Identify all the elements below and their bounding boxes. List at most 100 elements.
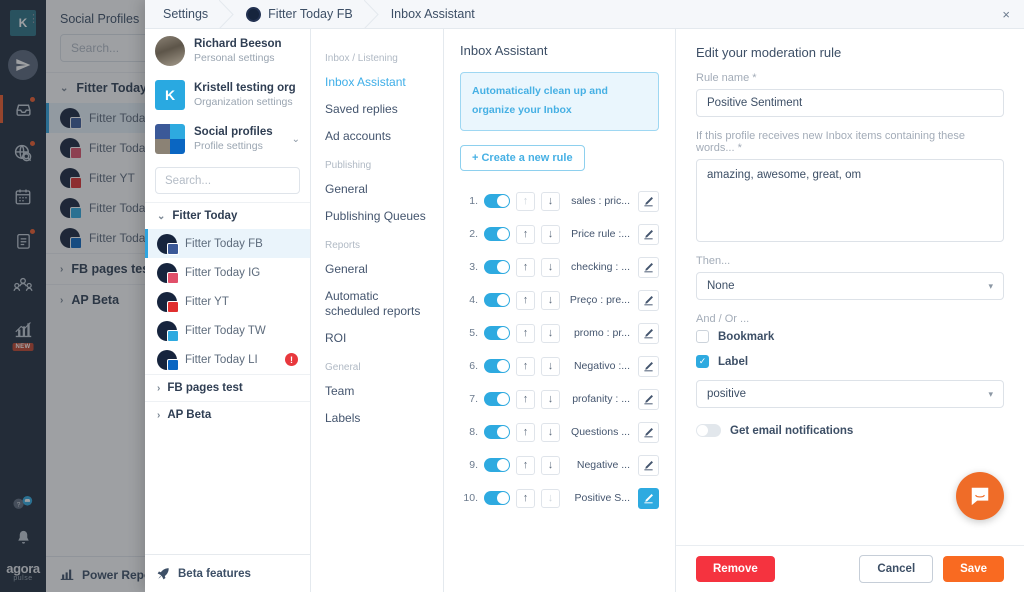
rule-enable-toggle[interactable] bbox=[484, 326, 510, 341]
edit-rule-button[interactable] bbox=[638, 421, 659, 443]
chat-widget-button[interactable] bbox=[956, 472, 1004, 520]
breadcrumb-label: Fitter Today FB bbox=[268, 7, 353, 21]
move-down-icon[interactable]: ↓ bbox=[541, 389, 560, 409]
move-down-icon[interactable]: ↓ bbox=[541, 191, 560, 211]
rule-enable-toggle[interactable] bbox=[484, 293, 510, 308]
label-select[interactable]: positive ▾ bbox=[696, 380, 1004, 408]
edit-rule-button[interactable] bbox=[638, 355, 659, 377]
edit-rule-button[interactable] bbox=[638, 190, 659, 212]
keywords-textarea[interactable]: amazing, awesome, great, om bbox=[696, 159, 1004, 242]
rule-enable-toggle[interactable] bbox=[484, 359, 510, 374]
close-icon[interactable]: × bbox=[998, 0, 1014, 28]
edit-rule-button[interactable] bbox=[638, 454, 659, 476]
account-personal[interactable]: Richard Beeson Personal settings bbox=[145, 29, 310, 73]
modal-profile-item-fb[interactable]: Fitter Today FB bbox=[145, 229, 310, 258]
email-notifications-row[interactable]: Get email notifications bbox=[696, 424, 1004, 437]
profile-error-badge[interactable]: ! bbox=[285, 353, 298, 366]
pencil-icon bbox=[644, 427, 653, 438]
rule-name-label: Price rule :... bbox=[571, 228, 630, 241]
beta-features-button[interactable]: Beta features bbox=[145, 554, 310, 592]
rule-row: 9. ↑ ↓ Negative ... bbox=[460, 449, 659, 482]
bookmark-checkbox-row[interactable]: Bookmark bbox=[696, 330, 1004, 343]
modal-profile-item-li[interactable]: Fitter Today LI ! bbox=[145, 345, 310, 374]
move-down-icon[interactable]: ↓ bbox=[541, 455, 560, 475]
move-up-icon[interactable]: ↑ bbox=[516, 290, 535, 310]
move-down-icon[interactable]: ↓ bbox=[541, 323, 560, 343]
rule-number: 2. bbox=[469, 228, 478, 241]
email-notifications-toggle[interactable] bbox=[696, 424, 721, 437]
move-down-icon[interactable]: ↓ bbox=[541, 488, 560, 508]
move-up-icon[interactable]: ↑ bbox=[516, 455, 535, 475]
move-down-icon[interactable]: ↓ bbox=[541, 224, 560, 244]
nav-link-roi[interactable]: ROI bbox=[311, 325, 443, 352]
modal-profile-item-ig[interactable]: Fitter Today IG bbox=[145, 258, 310, 287]
nav-link-ad-accounts[interactable]: Ad accounts bbox=[311, 123, 443, 150]
remove-button[interactable]: Remove bbox=[696, 556, 775, 582]
then-select[interactable]: None ▾ bbox=[696, 272, 1004, 300]
nav-link-publishing-queues[interactable]: Publishing Queues bbox=[311, 203, 443, 230]
modal-group-fitter-today[interactable]: ⌄ Fitter Today bbox=[145, 202, 310, 229]
cancel-button[interactable]: Cancel bbox=[859, 555, 934, 583]
rule-enable-toggle[interactable] bbox=[484, 227, 510, 242]
breadcrumb-inbox-assistant[interactable]: Inbox Assistant bbox=[373, 0, 495, 28]
nav-link-automatic-scheduled-reports[interactable]: Automatic scheduled reports bbox=[311, 283, 443, 325]
nav-link-team[interactable]: Team bbox=[311, 378, 443, 405]
move-up-icon[interactable]: ↑ bbox=[516, 224, 535, 244]
move-up-icon[interactable]: ↑ bbox=[516, 323, 535, 343]
modal-profile-item-yt[interactable]: Fitter YT bbox=[145, 287, 310, 316]
rule-name-label: promo : pr... bbox=[573, 327, 630, 340]
edit-rule-button[interactable] bbox=[638, 223, 659, 245]
nav-link-inbox-assistant[interactable]: Inbox Assistant bbox=[311, 69, 443, 96]
move-down-icon[interactable]: ↓ bbox=[541, 356, 560, 376]
rule-enable-toggle[interactable] bbox=[484, 194, 510, 209]
rule-name-input[interactable]: Positive Sentiment bbox=[696, 89, 1004, 117]
modal-group-ap-beta[interactable]: › AP Beta bbox=[145, 401, 310, 428]
move-up-icon[interactable]: ↑ bbox=[516, 257, 535, 277]
chevron-right-icon: › bbox=[157, 382, 161, 394]
rule-row: 8. ↑ ↓ Questions ... bbox=[460, 416, 659, 449]
label-checkbox[interactable]: ✓ bbox=[696, 355, 709, 368]
label-checkbox-row[interactable]: ✓ Label bbox=[696, 355, 1004, 368]
breadcrumb-separator-icon bbox=[363, 0, 382, 29]
move-up-icon[interactable]: ↑ bbox=[516, 422, 535, 442]
nav-link-reports-general[interactable]: General bbox=[311, 256, 443, 283]
move-up-icon[interactable]: ↑ bbox=[516, 191, 535, 211]
rule-enable-toggle[interactable] bbox=[484, 392, 510, 407]
nav-heading-inbox-listening: Inbox / Listening bbox=[325, 53, 398, 64]
move-up-icon[interactable]: ↑ bbox=[516, 488, 535, 508]
move-down-icon[interactable]: ↓ bbox=[541, 290, 560, 310]
edit-rule-button[interactable] bbox=[638, 289, 659, 311]
account-organization[interactable]: K Kristell testing org Organization sett… bbox=[145, 73, 310, 117]
chevron-down-icon[interactable]: ⌄ bbox=[292, 134, 300, 145]
move-down-icon[interactable]: ↓ bbox=[541, 257, 560, 277]
rule-enable-toggle[interactable] bbox=[484, 425, 510, 440]
profile-avatar-li bbox=[157, 349, 179, 371]
edit-rule-button[interactable] bbox=[638, 256, 659, 278]
breadcrumb-settings[interactable]: Settings bbox=[145, 0, 234, 29]
move-up-icon[interactable]: ↑ bbox=[516, 356, 535, 376]
modal-search-input[interactable]: Search... bbox=[155, 167, 300, 194]
create-new-rule-button[interactable]: + Create a new rule bbox=[460, 144, 585, 171]
bookmark-checkbox[interactable] bbox=[696, 330, 709, 343]
rule-enable-toggle[interactable] bbox=[484, 260, 510, 275]
nav-link-publishing-general[interactable]: General bbox=[311, 176, 443, 203]
modal-group-fb-pages-test[interactable]: › FB pages test bbox=[145, 374, 310, 401]
edit-rule-button[interactable] bbox=[638, 388, 659, 410]
rule-enable-toggle[interactable] bbox=[484, 491, 510, 506]
modal-search-placeholder: Search... bbox=[165, 174, 212, 187]
rocket-icon bbox=[157, 568, 169, 580]
breadcrumb-profile-avatar bbox=[246, 6, 262, 22]
nav-link-labels[interactable]: Labels bbox=[311, 405, 443, 432]
account-social-profiles[interactable]: Social profiles Profile settings ⌄ bbox=[145, 117, 310, 161]
modal-profile-item-tw[interactable]: Fitter Today TW bbox=[145, 316, 310, 345]
rule-row: 1. ↑ ↓ sales : pric... bbox=[460, 185, 659, 218]
nav-link-saved-replies[interactable]: Saved replies bbox=[311, 96, 443, 123]
save-button[interactable]: Save bbox=[943, 556, 1004, 582]
rule-enable-toggle[interactable] bbox=[484, 458, 510, 473]
move-up-icon[interactable]: ↑ bbox=[516, 389, 535, 409]
move-down-icon[interactable]: ↓ bbox=[541, 422, 560, 442]
edit-rule-button[interactable] bbox=[638, 487, 659, 509]
pencil-icon bbox=[644, 328, 653, 339]
breadcrumb-profile[interactable]: Fitter Today FB bbox=[228, 0, 379, 29]
edit-rule-button[interactable] bbox=[638, 322, 659, 344]
